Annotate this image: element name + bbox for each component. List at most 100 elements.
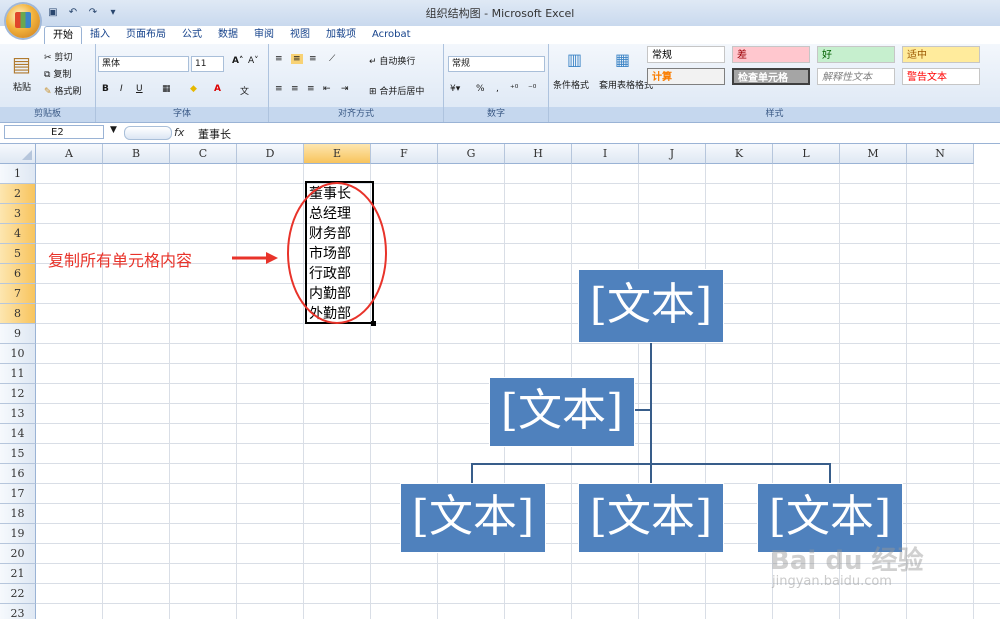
column-header-c[interactable]: C <box>170 144 237 164</box>
column-header-d[interactable]: D <box>237 144 304 164</box>
undo-icon[interactable]: ↶ <box>66 6 80 20</box>
font-color-icon[interactable]: A <box>214 84 221 94</box>
redo-icon[interactable]: ↷ <box>86 6 100 20</box>
paste-button[interactable]: 粘贴 <box>13 80 31 93</box>
tab-insert[interactable]: 插入 <box>82 26 118 44</box>
column-header-m[interactable]: M <box>840 144 907 164</box>
select-all-button[interactable] <box>0 144 36 164</box>
cell-style-6[interactable]: 解释性文本 <box>817 68 895 85</box>
column-header-a[interactable]: A <box>36 144 103 164</box>
table-format-icon[interactable]: ▦ <box>615 50 630 69</box>
row-header-4[interactable]: 4 <box>0 224 36 244</box>
row-header-21[interactable]: 21 <box>0 564 36 584</box>
percent-button[interactable]: % <box>476 84 485 94</box>
align-middle-icon[interactable]: ≡ <box>291 54 303 64</box>
currency-icon[interactable]: ¥▾ <box>450 84 460 94</box>
tab-acrobat[interactable]: Acrobat <box>364 26 419 44</box>
row-header-20[interactable]: 20 <box>0 544 36 564</box>
comma-button[interactable]: , <box>496 84 499 94</box>
decrease-decimal-icon[interactable]: ⁻⁰ <box>528 84 536 94</box>
row-header-13[interactable]: 13 <box>0 404 36 424</box>
row-header-23[interactable]: 23 <box>0 604 36 619</box>
tab-addins[interactable]: 加载项 <box>318 26 364 44</box>
column-header-n[interactable]: N <box>907 144 974 164</box>
italic-button[interactable]: I <box>120 84 123 94</box>
tab-home[interactable]: 开始 <box>44 26 82 45</box>
row-header-7[interactable]: 7 <box>0 284 36 304</box>
name-box-dropdown-icon[interactable]: ▼ <box>110 125 117 135</box>
name-box[interactable]: E2 <box>4 125 104 139</box>
row-header-3[interactable]: 3 <box>0 204 36 224</box>
shrink-font-icon[interactable]: A˅ <box>248 56 259 66</box>
tab-page-layout[interactable]: 页面布局 <box>118 26 174 44</box>
align-top-icon[interactable]: ≡ <box>275 54 283 64</box>
paste-icon[interactable]: ▤ <box>12 52 31 76</box>
column-header-f[interactable]: F <box>371 144 438 164</box>
row-header-5[interactable]: 5 <box>0 244 36 264</box>
bold-button[interactable]: B <box>102 84 109 94</box>
save-icon[interactable]: ▣ <box>46 6 60 20</box>
customize-icon[interactable]: ▾ <box>106 6 120 20</box>
merge-center-button[interactable]: ⊞ 合并后居中 <box>369 84 424 97</box>
column-header-j[interactable]: J <box>639 144 706 164</box>
font-size-select[interactable]: 11 <box>191 56 224 72</box>
row-header-11[interactable]: 11 <box>0 364 36 384</box>
formula-bar-splitter[interactable] <box>124 126 172 140</box>
column-header-g[interactable]: G <box>438 144 505 164</box>
fill-color-icon[interactable]: ◆ <box>190 84 197 94</box>
cut-button[interactable]: ✂ 剪切 <box>44 50 72 63</box>
cell-style-7[interactable]: 警告文本 <box>902 68 980 85</box>
column-header-e[interactable]: E <box>304 144 371 164</box>
border-icon[interactable]: ▦ <box>162 84 171 94</box>
conditional-format-icon[interactable]: ▥ <box>567 50 582 69</box>
row-header-22[interactable]: 22 <box>0 584 36 604</box>
align-right-icon[interactable]: ≡ <box>307 84 315 94</box>
row-header-16[interactable]: 16 <box>0 464 36 484</box>
row-header-12[interactable]: 12 <box>0 384 36 404</box>
tab-view[interactable]: 视图 <box>282 26 318 44</box>
row-header-2[interactable]: 2 <box>0 184 36 204</box>
phonetic-icon[interactable]: 文 <box>240 84 249 97</box>
tab-review[interactable]: 审阅 <box>246 26 282 44</box>
column-header-l[interactable]: L <box>773 144 840 164</box>
formula-input[interactable]: 董事长 <box>198 126 231 142</box>
smartart-node-top[interactable]: [文本] <box>578 269 724 343</box>
grow-font-icon[interactable]: A˄ <box>232 56 243 66</box>
underline-button[interactable]: U <box>136 84 143 94</box>
copy-button[interactable]: ⧉ 复制 <box>44 67 71 80</box>
align-bottom-icon[interactable]: ≡ <box>309 54 317 64</box>
tab-data[interactable]: 数据 <box>210 26 246 44</box>
cell-style-4[interactable]: 计算 <box>647 68 725 85</box>
column-header-k[interactable]: K <box>706 144 773 164</box>
font-name-select[interactable]: 黑体 <box>98 56 189 72</box>
table-format-button[interactable]: 套用表格格式 <box>599 78 653 91</box>
fill-handle[interactable] <box>371 321 376 326</box>
row-header-19[interactable]: 19 <box>0 524 36 544</box>
smartart-node-assistant[interactable]: [文本] <box>489 377 635 447</box>
tab-formulas[interactable]: 公式 <box>174 26 210 44</box>
smartart-node-child-2[interactable]: [文本] <box>578 483 724 553</box>
row-header-6[interactable]: 6 <box>0 264 36 284</box>
increase-indent-icon[interactable]: ⇥ <box>341 84 349 94</box>
cell-style-3[interactable]: 适中 <box>902 46 980 63</box>
conditional-format-button[interactable]: 条件格式 <box>553 78 589 91</box>
row-header-1[interactable]: 1 <box>0 164 36 184</box>
align-center-icon[interactable]: ≡ <box>291 84 299 94</box>
row-header-18[interactable]: 18 <box>0 504 36 524</box>
align-left-icon[interactable]: ≡ <box>275 84 283 94</box>
wrap-text-button[interactable]: ↵ 自动换行 <box>369 54 415 67</box>
decrease-indent-icon[interactable]: ⇤ <box>323 84 331 94</box>
increase-decimal-icon[interactable]: ⁺⁰ <box>510 84 518 94</box>
office-button[interactable] <box>6 4 40 38</box>
cell-style-1[interactable]: 差 <box>732 46 810 63</box>
row-header-15[interactable]: 15 <box>0 444 36 464</box>
format-painter-button[interactable]: ✎ 格式刷 <box>44 84 81 97</box>
column-header-i[interactable]: I <box>572 144 639 164</box>
cell-style-2[interactable]: 好 <box>817 46 895 63</box>
smartart-node-child-1[interactable]: [文本] <box>400 483 546 553</box>
row-header-9[interactable]: 9 <box>0 324 36 344</box>
orientation-icon[interactable]: ⟋ <box>329 54 335 64</box>
column-header-h[interactable]: H <box>505 144 572 164</box>
number-format-select[interactable]: 常规 <box>448 56 545 72</box>
row-header-17[interactable]: 17 <box>0 484 36 504</box>
